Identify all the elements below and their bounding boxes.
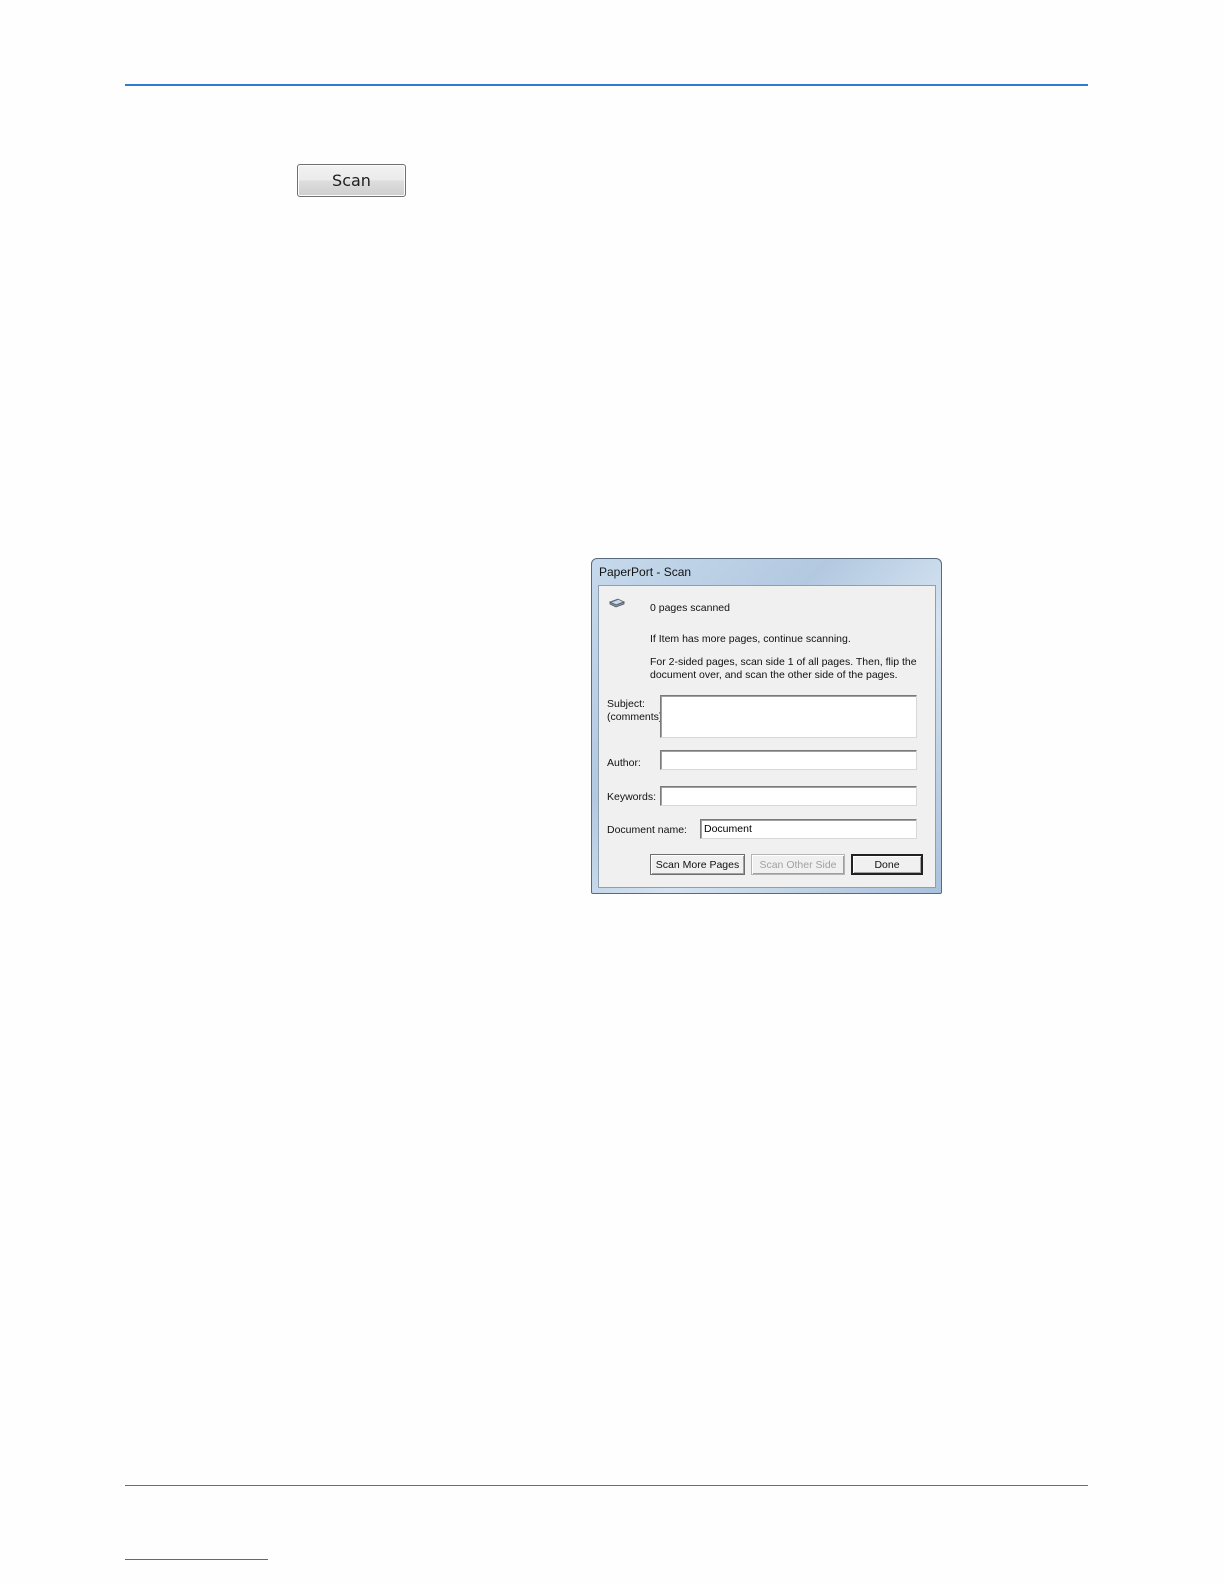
keywords-label: Keywords:	[607, 791, 657, 803]
author-input[interactable]	[660, 750, 917, 770]
two-sided-message-line2: document over, and scan the other side o…	[650, 669, 898, 681]
dialog-title: PaperPort - Scan	[599, 565, 692, 579]
scan-more-pages-label: Scan More Pages	[655, 858, 740, 871]
pages-scanned-status: 0 pages scanned	[650, 602, 730, 614]
document-name-input[interactable]	[700, 819, 917, 839]
scan-button[interactable]: Scan	[297, 164, 406, 197]
header-rule	[125, 84, 1088, 86]
done-label: Done	[874, 858, 900, 871]
scan-more-pages-button[interactable]: Scan More Pages	[650, 854, 745, 875]
keywords-input[interactable]	[660, 786, 917, 806]
footer-rule	[125, 1485, 1088, 1486]
author-label: Author:	[607, 757, 641, 769]
subject-label-line1: Subject:	[607, 698, 645, 710]
footer-link-underline	[125, 1559, 268, 1560]
more-pages-message: If Item has more pages, continue scannin…	[650, 633, 851, 645]
done-button[interactable]: Done	[851, 854, 923, 875]
subject-input[interactable]	[660, 695, 917, 738]
paperport-scan-dialog: PaperPort - Scan 0 pages scanned If Item…	[591, 558, 942, 894]
scanner-icon	[609, 598, 625, 608]
dialog-client-area: 0 pages scanned If Item has more pages, …	[598, 585, 936, 888]
scan-button-label: Scan	[332, 171, 371, 190]
scan-other-side-label: Scan Other Side	[759, 858, 837, 871]
document-name-label: Document name:	[607, 824, 687, 836]
two-sided-message-line1: For 2-sided pages, scan side 1 of all pa…	[650, 656, 917, 668]
subject-label-line2: (comments)	[607, 711, 663, 723]
scan-other-side-button[interactable]: Scan Other Side	[751, 854, 845, 875]
subject-label: Subject: (comments)	[607, 698, 662, 724]
